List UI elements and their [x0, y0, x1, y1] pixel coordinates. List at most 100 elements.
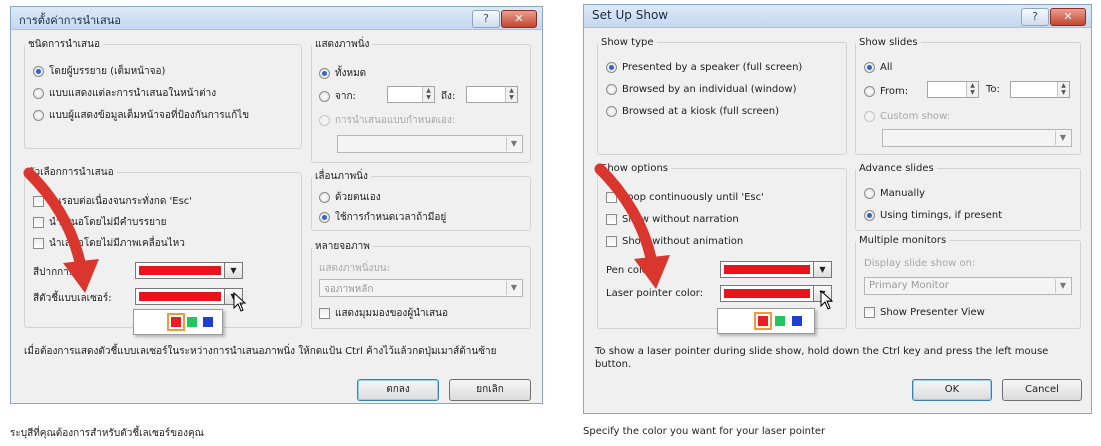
pen-color-picker[interactable]: ▼	[720, 261, 832, 278]
spin-arrows[interactable]: ▲ ▼	[505, 87, 517, 102]
show-type-option-window[interactable]: Browsed by an individual (window)	[606, 81, 796, 97]
to-spinner[interactable]: ▲ ▼	[1010, 81, 1070, 98]
from-spinner[interactable]: ▲ ▼	[387, 86, 435, 103]
option-label: All	[880, 61, 893, 73]
show-slides-legend: Show slides	[859, 37, 918, 48]
show-type-option-speaker[interactable]: Presented by a speaker (full screen)	[606, 59, 802, 75]
advance-timings-option[interactable]: Using timings, if present	[864, 207, 1002, 223]
presenter-view-option[interactable]: แสดงมุมมองของผู้นำเสนอ	[319, 305, 448, 321]
ok-button[interactable]: OK	[912, 379, 992, 401]
advance-manual-option[interactable]: Manually	[864, 185, 925, 201]
cancel-button[interactable]: ยกเลิก	[449, 379, 531, 401]
advance-legend: Advance slides	[859, 163, 934, 174]
dialog-title: การตั้งค่าการนำเสนอ	[19, 14, 121, 27]
option-label: Browsed by an individual (window)	[622, 83, 797, 95]
radio[interactable]	[864, 85, 875, 97]
slides-all-option[interactable]: ทั้งหมด	[319, 65, 366, 81]
option-label: แสดงมุมมองของผู้นำเสนอ	[335, 307, 448, 319]
option-label: Manually	[880, 187, 926, 199]
radio-selected[interactable]	[319, 67, 330, 79]
thai-caption: ระบุสีที่คุณต้องการสำหรับตัวชี้เลเซอร์ขอ…	[10, 428, 204, 439]
monitor-dropdown[interactable]: จอภาพหลัก ▼	[319, 279, 523, 297]
close-button[interactable]: ✕	[1050, 8, 1086, 26]
radio[interactable]	[606, 105, 617, 117]
color-swatch-green[interactable]	[187, 317, 197, 327]
radio-selected[interactable]	[33, 65, 44, 77]
laser-note: To show a laser pointer during slide sho…	[595, 346, 1049, 370]
option-label: Using timings, if present	[880, 209, 1003, 221]
spin-arrows[interactable]: ▲ ▼	[422, 87, 434, 102]
spin-arrows[interactable]: ▲ ▼	[1057, 82, 1069, 97]
chevron-down-icon[interactable]: ▼	[813, 262, 831, 277]
radio[interactable]	[864, 187, 875, 199]
color-swatch-red[interactable]	[754, 312, 772, 330]
option-label: Browsed at a kiosk (full screen)	[622, 105, 779, 117]
radio[interactable]	[33, 109, 44, 121]
monitors-legend: Multiple monitors	[859, 235, 947, 246]
radio[interactable]	[606, 83, 617, 95]
checkbox[interactable]	[319, 307, 330, 319]
slides-all-option[interactable]: All	[864, 59, 892, 75]
thai-setup-show-dialog: การตั้งค่าการนำเสนอ ? ✕ ชนิดการนำเสนอ โด…	[10, 6, 543, 404]
radio-selected[interactable]	[864, 209, 875, 221]
radio[interactable]	[319, 191, 330, 203]
advance-timings-option[interactable]: ใช้การกำหนดเวลาถ้ามีอยู่	[319, 209, 446, 225]
show-type-option-kiosk[interactable]: แบบผู้แสดงข้อมูลเต็มหน้าจอที่ป้องกันการแ…	[33, 107, 249, 123]
option-label: ใช้การกำหนดเวลาถ้ามีอยู่	[335, 211, 447, 223]
option-label: โดยผู้บรรยาย (เต็มหน้าจอ)	[49, 65, 166, 77]
monitors-legend: หลายจอภาพ	[315, 241, 370, 252]
color-swatch-blue[interactable]	[203, 317, 213, 327]
cancel-button[interactable]: Cancel	[1002, 379, 1082, 401]
presenter-view-option[interactable]: Show Presenter View	[864, 304, 985, 320]
option-label: แบบผู้แสดงข้อมูลเต็มหน้าจอที่ป้องกันการแ…	[49, 109, 250, 121]
close-button[interactable]: ✕	[501, 10, 537, 28]
show-type-option-window[interactable]: แบบแสดงแต่ละการนำเสนอในหน้าต่าง	[33, 85, 216, 101]
help-button[interactable]: ?	[1021, 8, 1049, 26]
radio-selected[interactable]	[864, 61, 875, 73]
arrow-annotation-icon	[23, 167, 99, 293]
radio[interactable]	[319, 90, 330, 102]
custom-show-dropdown[interactable]: ▼	[337, 135, 523, 153]
advance-legend: เลื่อนภาพนิ่ง	[315, 171, 368, 182]
spin-arrows[interactable]: ▲ ▼	[966, 82, 978, 97]
help-button[interactable]: ?	[472, 10, 500, 28]
custom-show-dropdown[interactable]: ▼	[882, 129, 1072, 147]
option-label: แบบแสดงแต่ละการนำเสนอในหน้าต่าง	[49, 87, 217, 99]
option-label: From:	[880, 85, 909, 97]
mouse-pointer-icon	[233, 292, 247, 312]
to-label: To:	[986, 84, 1000, 95]
advance-manual-option[interactable]: ด้วยตนเอง	[319, 189, 381, 205]
show-type-option-kiosk[interactable]: Browsed at a kiosk (full screen)	[606, 103, 779, 119]
chevron-down-icon: ▼	[1055, 131, 1070, 145]
radio-disabled[interactable]	[319, 114, 330, 126]
pen-color-picker[interactable]: ▼	[135, 262, 243, 279]
slides-from-option[interactable]: จาก:	[319, 88, 356, 104]
slides-custom-option[interactable]: การนำเสนอแบบกำหนดเอง:	[319, 112, 455, 128]
laser-color-picker[interactable]: ▼	[135, 288, 243, 305]
show-slides-legend: แสดงภาพนิ่ง	[315, 39, 370, 50]
radio-selected[interactable]	[319, 211, 330, 223]
color-swatch-red[interactable]	[167, 313, 185, 331]
option-label: จาก:	[335, 90, 356, 102]
display-on-label: Display slide show on:	[864, 258, 976, 269]
radio-selected[interactable]	[606, 61, 617, 73]
color-swatch-blue[interactable]	[792, 316, 802, 326]
color-swatch-green[interactable]	[775, 316, 785, 326]
show-type-option-speaker[interactable]: โดยผู้บรรยาย (เต็มหน้าจอ)	[33, 63, 165, 79]
ok-button[interactable]: ตกลง	[357, 379, 439, 401]
chevron-down-icon: ▼	[506, 137, 521, 151]
chevron-down-icon[interactable]: ▼	[224, 263, 242, 278]
laser-color-picker[interactable]: ▼	[720, 285, 832, 302]
option-label: ทั้งหมด	[335, 67, 367, 79]
from-spinner[interactable]: ▲ ▼	[927, 81, 979, 98]
slides-from-option[interactable]: From:	[864, 83, 908, 99]
laser-color-palette[interactable]	[717, 308, 815, 334]
checkbox[interactable]	[864, 306, 875, 318]
radio[interactable]	[33, 87, 44, 99]
mouse-pointer-icon	[820, 290, 834, 310]
monitor-dropdown[interactable]: Primary Monitor ▼	[864, 277, 1072, 295]
radio-disabled[interactable]	[864, 110, 875, 122]
to-spinner[interactable]: ▲ ▼	[466, 86, 518, 103]
laser-color-palette[interactable]	[133, 309, 223, 335]
slides-custom-option[interactable]: Custom show:	[864, 108, 950, 124]
